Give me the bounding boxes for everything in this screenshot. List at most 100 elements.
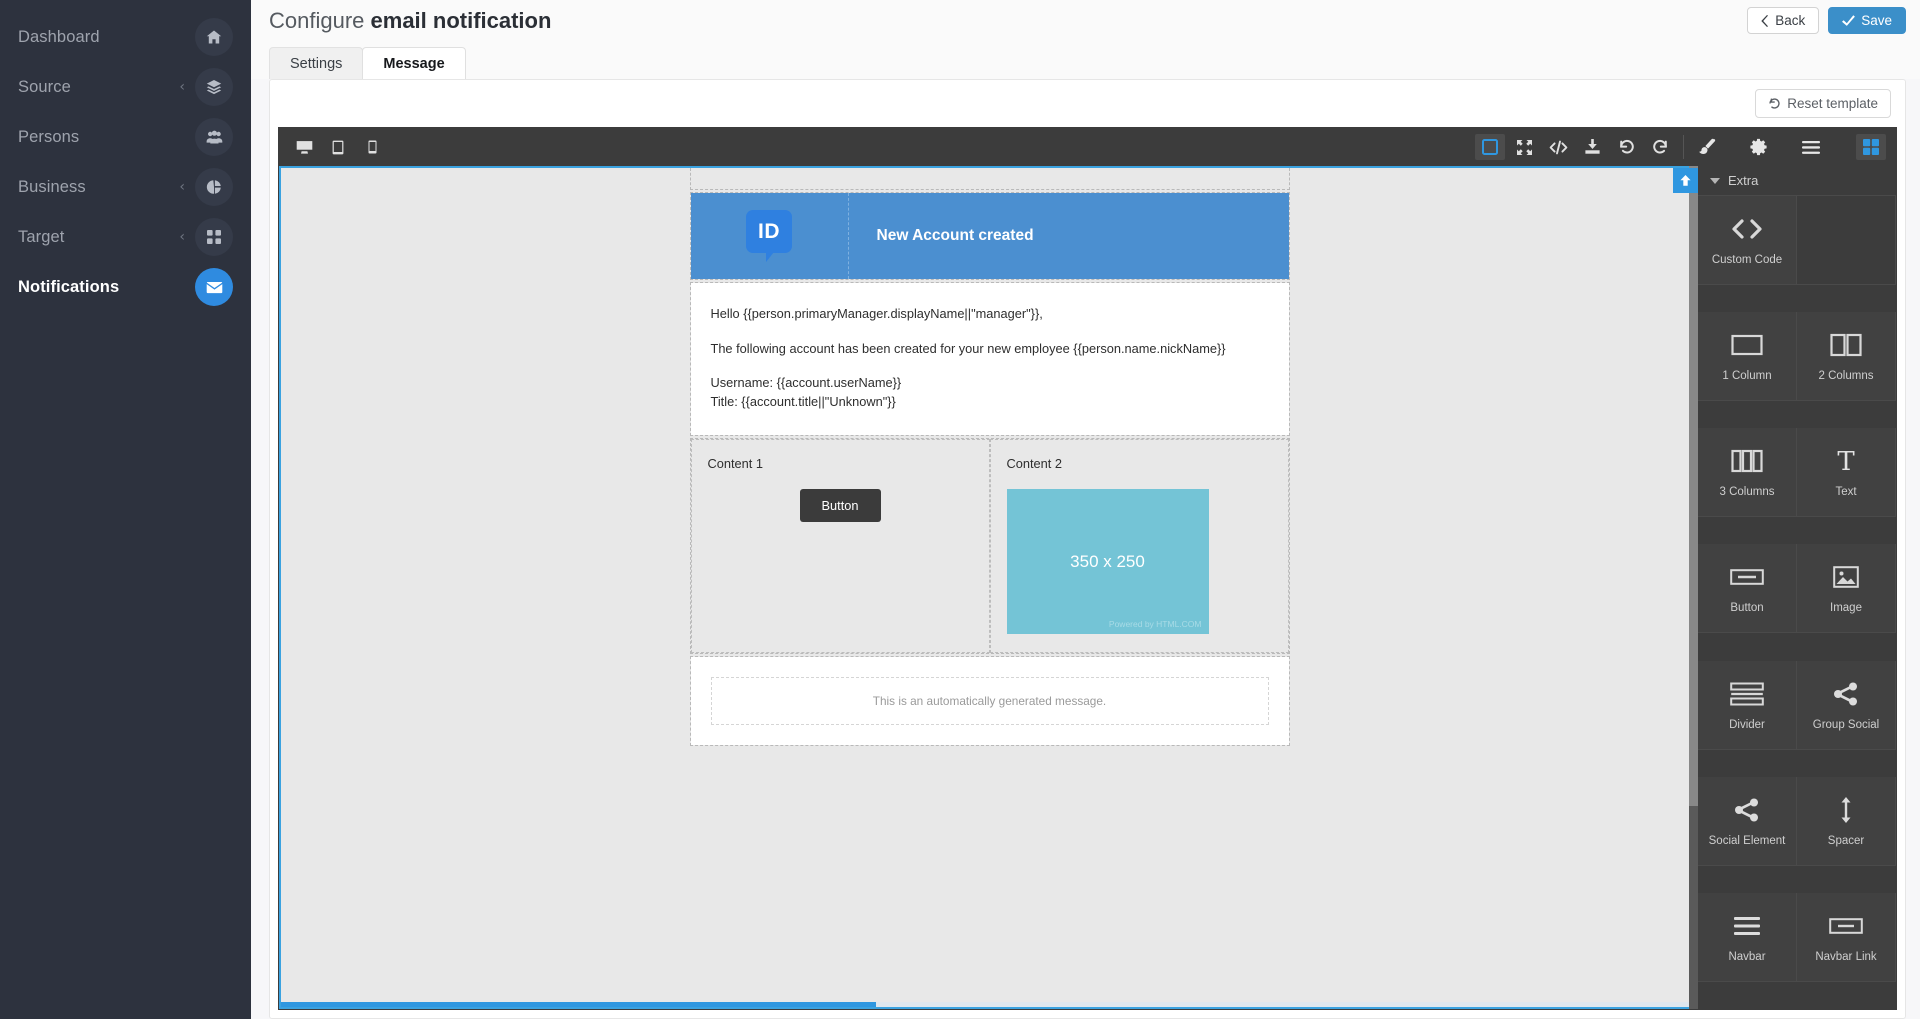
email-columns-section[interactable]: Content 1 Button Content 2 350 x 250 Pow… [689,438,1290,655]
mobile-view-icon [368,140,376,154]
reset-arrow-icon [1769,98,1780,109]
layer-manager-button[interactable] [1796,134,1826,160]
desktop-view-icon [296,140,312,154]
email-header-section[interactable]: ID New Account created [689,192,1290,280]
image-icon [1833,562,1859,592]
template-top-strip[interactable] [689,168,1290,190]
editor-card: Reset template ID New Account created He… [269,79,1906,1019]
device-preview-group [289,134,387,160]
text-t-icon: T [1833,446,1859,476]
block-group-social[interactable]: Group Social [1797,660,1896,750]
scroll-to-top-button[interactable] [1673,168,1698,193]
email-image-placeholder[interactable]: 350 x 250 Powered by HTML.COM [1006,489,1209,635]
block-label: 2 Columns [1818,370,1874,383]
reset-template-button[interactable]: Reset template [1755,89,1891,118]
email-column-1[interactable]: Content 1 Button [690,439,990,654]
editor-panels-group [1692,134,1886,160]
scrollbar-thumb[interactable] [1689,166,1698,806]
arrow-up-icon [1680,175,1691,186]
block-divider[interactable]: Divider [1698,660,1797,750]
tablet-view-button[interactable] [323,134,353,160]
block-label: Navbar [1728,950,1766,963]
sidebar-item-persons[interactable]: Persons [0,112,251,162]
block-label: Group Social [1812,718,1880,731]
block-button[interactable]: Button [1698,544,1797,634]
block-spacer[interactable]: Spacer [1797,776,1896,866]
undo-button[interactable] [1611,134,1641,160]
sidebar-item-notifications[interactable]: Notifications [0,262,251,312]
column-1-label: Content 1 [707,456,764,472]
vertical-arrows-icon [1839,795,1853,825]
import-button[interactable] [1577,134,1607,160]
email-footer-text: This is an automatically generated messa… [710,677,1269,726]
borders-toggle-icon [1482,139,1498,155]
chevron-down-icon [1710,177,1720,184]
fullscreen-button[interactable] [1509,134,1539,160]
block-3-columns[interactable]: 3 Columns [1698,428,1797,518]
email-body-section[interactable]: Hello {{person.primaryManager.displayNam… [689,282,1290,437]
editor-toolbar [279,128,1896,166]
desktop-view-button[interactable] [289,134,319,160]
tab-settings[interactable]: Settings [269,47,364,79]
tab-bar: Settings Message [251,41,1920,79]
block-text[interactable]: T Text [1797,428,1896,518]
share-nodes-icon [1833,679,1859,709]
code-view-icon [1549,140,1567,154]
email-footer[interactable]: This is an automatically generated messa… [690,657,1289,746]
back-button[interactable]: Back [1747,7,1820,34]
sidebar-item-label: Notifications [18,277,120,296]
sidebar-item-source[interactable]: Source ‹ [0,62,251,112]
borders-toggle-button[interactable] [1475,134,1505,160]
style-manager-button[interactable] [1692,134,1722,160]
two-columns-icon [1830,330,1862,360]
home-icon [195,18,233,56]
scrollbar-thumb[interactable] [281,1002,877,1007]
email-canvas[interactable]: ID New Account created Hello {{person.pr… [279,166,1698,1009]
paint-brush-icon [1699,138,1716,154]
mobile-view-button[interactable] [357,134,387,160]
email-footer-section[interactable]: This is an automatically generated messa… [689,656,1290,747]
email-body[interactable]: Hello {{person.primaryManager.displayNam… [690,283,1289,436]
tab-message-label: Message [383,55,445,72]
email-cta-button[interactable]: Button [799,489,881,523]
sidebar-item-business[interactable]: Business ‹ [0,162,251,212]
block-social-element[interactable]: Social Element [1698,776,1797,866]
canvas-horizontal-scrollbar[interactable] [281,1002,1698,1007]
settings-button[interactable] [1744,134,1774,160]
block-1-column[interactable]: 1 Column [1698,312,1797,402]
blocks-button[interactable] [1856,134,1886,160]
code-view-button[interactable] [1543,134,1573,160]
email-body-line: Username: {{account.userName}} [710,375,902,391]
svg-text:T: T [1837,448,1855,474]
editor-body: ID New Account created Hello {{person.pr… [279,166,1896,1009]
code-brackets-icon [1730,214,1764,244]
sidebar-item-label: Target [18,227,65,246]
email-body-line: Hello {{person.primaryManager.displayNam… [710,306,1043,321]
email-column-2[interactable]: Content 2 350 x 250 Powered by HTML.COM [989,439,1289,654]
sidebar-item-dashboard[interactable]: Dashboard [0,12,251,62]
block-2-columns[interactable]: 2 Columns [1797,312,1896,402]
email-logo-cell[interactable]: ID [691,193,849,279]
sidebar-item-label: Dashboard [18,27,100,46]
divider-icon [1730,679,1764,709]
canvas-vertical-scrollbar[interactable] [1689,166,1698,1009]
editor-toolbar-right [1475,134,1886,160]
save-button[interactable]: Save [1828,7,1906,34]
block-navbar[interactable]: Navbar [1698,892,1797,982]
editor-tools-group [1475,134,1675,160]
email-header-title[interactable]: New Account created [849,193,1289,279]
block-custom-code[interactable]: Custom Code [1698,196,1797,285]
share-nodes-icon [1734,795,1760,825]
import-icon [1584,139,1600,154]
block-navbar-link[interactable]: Navbar Link [1797,892,1896,982]
top-bar: Configure email notification Back Save [251,0,1920,41]
id-logo-tail [766,252,774,262]
chevron-left-icon: ‹ [179,229,185,245]
card-header: Reset template [270,80,1905,127]
block-image[interactable]: Image [1797,544,1896,634]
one-column-icon [1731,330,1763,360]
tab-message[interactable]: Message [362,47,466,79]
sidebar-item-target[interactable]: Target ‹ [0,212,251,262]
redo-button[interactable] [1645,134,1675,160]
blocks-section-header[interactable]: Extra [1698,166,1896,196]
